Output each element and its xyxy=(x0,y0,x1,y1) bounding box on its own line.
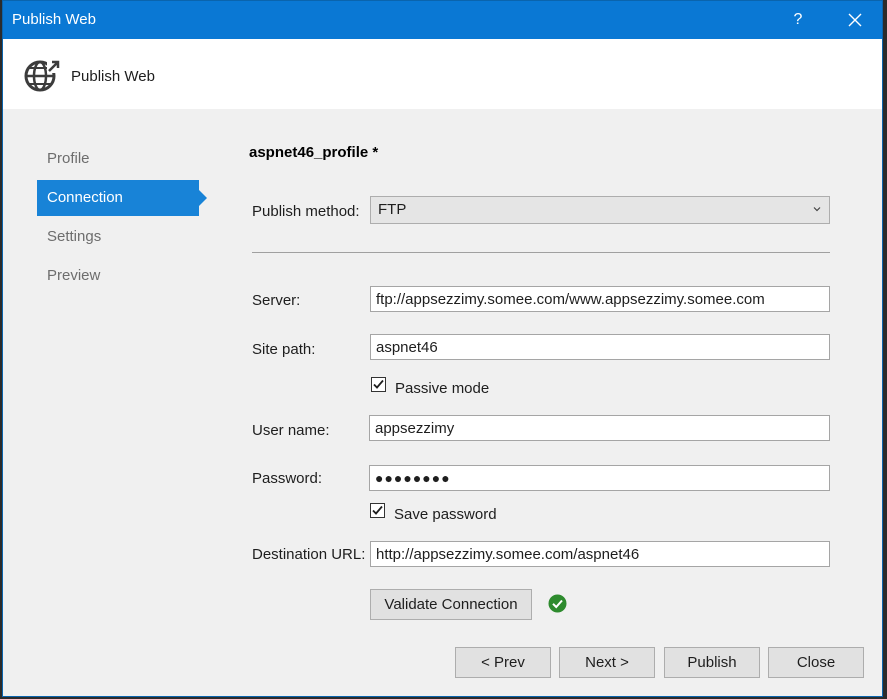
profile-name: aspnet46_profile * xyxy=(249,144,379,161)
passive-mode-checkbox[interactable] xyxy=(371,377,386,392)
close-button[interactable]: Close xyxy=(768,647,864,678)
help-button[interactable]: ? xyxy=(775,1,821,39)
user-name-input[interactable] xyxy=(369,415,830,441)
publish-button[interactable]: Publish xyxy=(664,647,760,678)
next-button[interactable]: Next > xyxy=(559,647,655,678)
publish-method-value: FTP xyxy=(378,201,407,218)
site-path-input[interactable] xyxy=(370,334,830,360)
help-icon: ? xyxy=(793,11,803,28)
publish-method-label: Publish method: xyxy=(252,203,360,220)
title-bar[interactable]: Publish Web ? xyxy=(3,1,882,39)
server-input[interactable] xyxy=(370,286,830,312)
checkmark-icon xyxy=(372,505,383,515)
server-label: Server: xyxy=(252,292,301,309)
section-divider xyxy=(252,252,830,253)
nav-item-connection[interactable]: Connection xyxy=(37,180,207,216)
nav-item-settings[interactable]: Settings xyxy=(37,219,199,255)
prev-button[interactable]: < Prev xyxy=(455,647,551,678)
globe-publish-icon xyxy=(24,60,60,92)
publish-web-dialog: Publish Web ? Publish Web Profile Connec… xyxy=(2,0,883,697)
close-window-button[interactable] xyxy=(832,1,878,39)
close-icon xyxy=(848,13,862,27)
save-password-label[interactable]: Save password xyxy=(394,506,497,523)
checkmark-icon xyxy=(373,379,384,389)
save-password-checkbox[interactable] xyxy=(370,503,385,518)
nav-item-profile[interactable]: Profile xyxy=(37,141,199,177)
chevron-down-icon xyxy=(813,207,821,212)
user-name-label: User name: xyxy=(252,422,330,439)
password-input[interactable] xyxy=(369,465,830,491)
destination-url-input[interactable] xyxy=(370,541,830,567)
nav-item-preview[interactable]: Preview xyxy=(37,258,199,294)
dialog-header: Publish Web xyxy=(3,39,882,109)
passive-mode-label[interactable]: Passive mode xyxy=(395,380,489,397)
success-check-icon xyxy=(548,594,567,613)
site-path-label: Site path: xyxy=(252,341,316,358)
window-title: Publish Web xyxy=(12,11,96,28)
publish-method-select[interactable]: FTP xyxy=(370,196,830,224)
header-title: Publish Web xyxy=(71,68,155,85)
password-label: Password: xyxy=(252,470,323,487)
destination-url-label: Destination URL: xyxy=(252,546,366,563)
validate-connection-button[interactable]: Validate Connection xyxy=(370,589,532,620)
